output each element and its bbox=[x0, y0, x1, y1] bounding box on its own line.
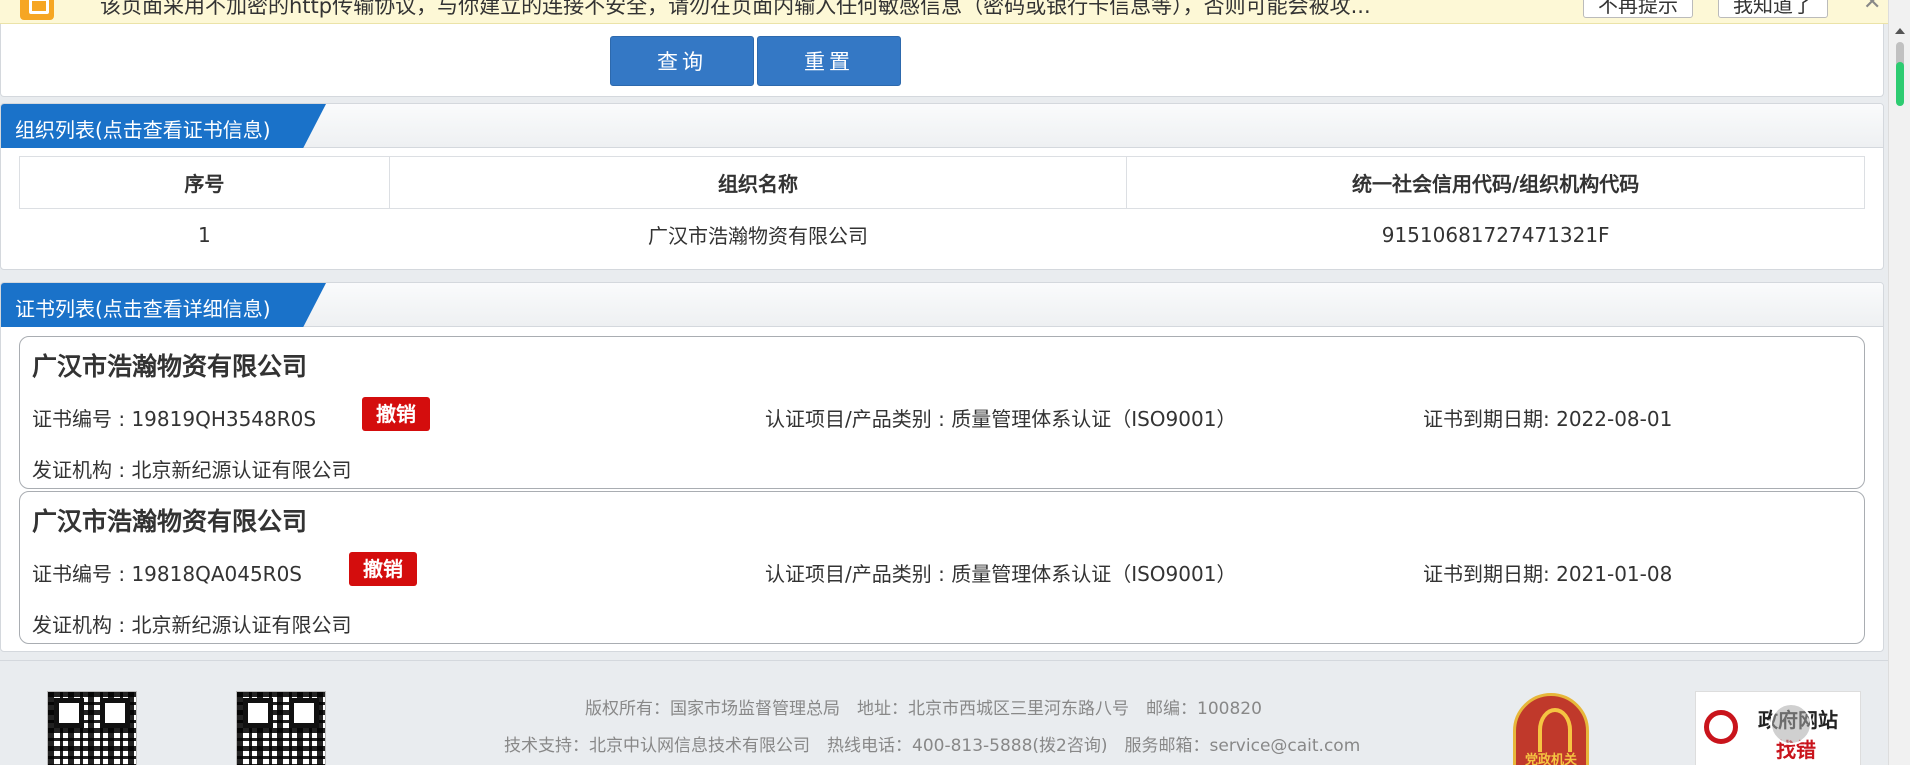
emblem-label: 党政机关 bbox=[1524, 753, 1577, 765]
row-org-name[interactable]: 广汉市浩瀚物资有限公司 bbox=[389, 209, 1127, 261]
row-credit-code: 91510681727471321F bbox=[1381, 222, 1610, 247]
table-row[interactable]: 1 广汉市浩瀚物资有限公司 91510681727471321F bbox=[20, 209, 1865, 261]
cert-card[interactable]: 广汉市浩瀚物资有限公司 证书编号 : 19819QH3548R0S 撤销 认证项… bbox=[19, 336, 1865, 489]
cert-card[interactable]: 广汉市浩瀚物资有限公司 证书编号 : 19818QA045R0S 撤销 认证项目… bbox=[19, 491, 1865, 644]
col-credit-code: 统一社会信用代码/组织机构代码 bbox=[1126, 156, 1865, 209]
no-remind-button[interactable]: 不再提示 bbox=[1583, 0, 1693, 18]
security-warning-bar: 该页面采用不加密的http传输协议，与你建立的连接不安全，请勿在页面内输入任何敏… bbox=[0, 0, 1888, 24]
cert-issuer: 发证机构 : 北京新纪源认证有限公司 bbox=[32, 458, 352, 482]
status-badge: 撤销 bbox=[349, 552, 417, 586]
col-org-name: 组织名称 bbox=[388, 156, 1128, 209]
org-list-title: 组织列表(点击查看证书信息) bbox=[15, 118, 271, 142]
magnifier-icon bbox=[1704, 710, 1738, 744]
acknowledge-button[interactable]: 我知道了 bbox=[1718, 0, 1828, 18]
cert-org-name: 广汉市浩瀚物资有限公司 bbox=[32, 352, 308, 381]
query-button[interactable]: 查询 bbox=[610, 36, 754, 86]
qr-code-icon bbox=[236, 691, 326, 765]
org-list-section: 组织列表(点击查看证书信息) 序号 组织名称 统一社会信用代码/组织机构代码 1… bbox=[0, 103, 1884, 270]
scroll-indicator bbox=[1896, 62, 1904, 106]
cert-number: 证书编号 : 19818QA045R0S bbox=[32, 562, 302, 586]
scroll-up-icon[interactable] bbox=[1895, 28, 1905, 34]
warning-text: 该页面采用不加密的http传输协议，与你建立的连接不安全，请勿在页面内输入任何敏… bbox=[100, 0, 1371, 18]
org-table: 序号 组织名称 统一社会信用代码/组织机构代码 1 广汉市浩瀚物资有限公司 91… bbox=[19, 156, 1865, 261]
col-index: 序号 bbox=[19, 156, 390, 209]
floating-circle-button[interactable] bbox=[1770, 703, 1812, 745]
row-index: 1 bbox=[198, 222, 211, 247]
status-badge: 撤销 bbox=[362, 397, 430, 431]
footer-support: 技术支持：北京中认网信息技术有限公司 热线电话：400-813-5888(拨2咨… bbox=[504, 736, 1361, 756]
cert-expiry: 证书到期日期: 2021-01-08 bbox=[1423, 562, 1673, 586]
footer: 版权所有：国家市场监督管理总局 地址：北京市西城区三里河东路八号 邮编：1008… bbox=[0, 660, 1888, 765]
cert-expiry: 证书到期日期: 2022-08-01 bbox=[1423, 407, 1673, 431]
cert-org-name: 广汉市浩瀚物资有限公司 bbox=[32, 507, 308, 536]
cert-category: 认证项目/产品类别 : 质量管理体系认证（ISO9001） bbox=[765, 562, 1237, 586]
cert-list-title: 证书列表(点击查看详细信息) bbox=[15, 297, 271, 321]
warning-icon bbox=[20, 0, 54, 20]
cert-category: 认证项目/产品类别 : 质量管理体系认证（ISO9001） bbox=[765, 407, 1237, 431]
cert-number: 证书编号 : 19819QH3548R0S bbox=[32, 407, 317, 431]
scrollbar[interactable] bbox=[1888, 0, 1910, 765]
search-panel: 查询 重置 bbox=[0, 24, 1884, 97]
cert-issuer: 发证机构 : 北京新纪源认证有限公司 bbox=[32, 613, 352, 637]
qr-code-icon bbox=[47, 691, 137, 765]
org-list-header: 组织列表(点击查看证书信息) bbox=[1, 104, 1883, 148]
cert-list-header: 证书列表(点击查看详细信息) bbox=[1, 283, 1883, 327]
footer-copyright: 版权所有：国家市场监督管理总局 地址：北京市西城区三里河东路八号 邮编：1008… bbox=[585, 699, 1262, 719]
party-emblem-icon[interactable]: 党政机关 bbox=[1513, 693, 1589, 765]
reset-button[interactable]: 重置 bbox=[757, 36, 901, 86]
cert-list-section: 证书列表(点击查看详细信息) 广汉市浩瀚物资有限公司 证书编号 : 19819Q… bbox=[0, 282, 1884, 652]
close-icon[interactable]: ✕ bbox=[1863, 0, 1881, 15]
